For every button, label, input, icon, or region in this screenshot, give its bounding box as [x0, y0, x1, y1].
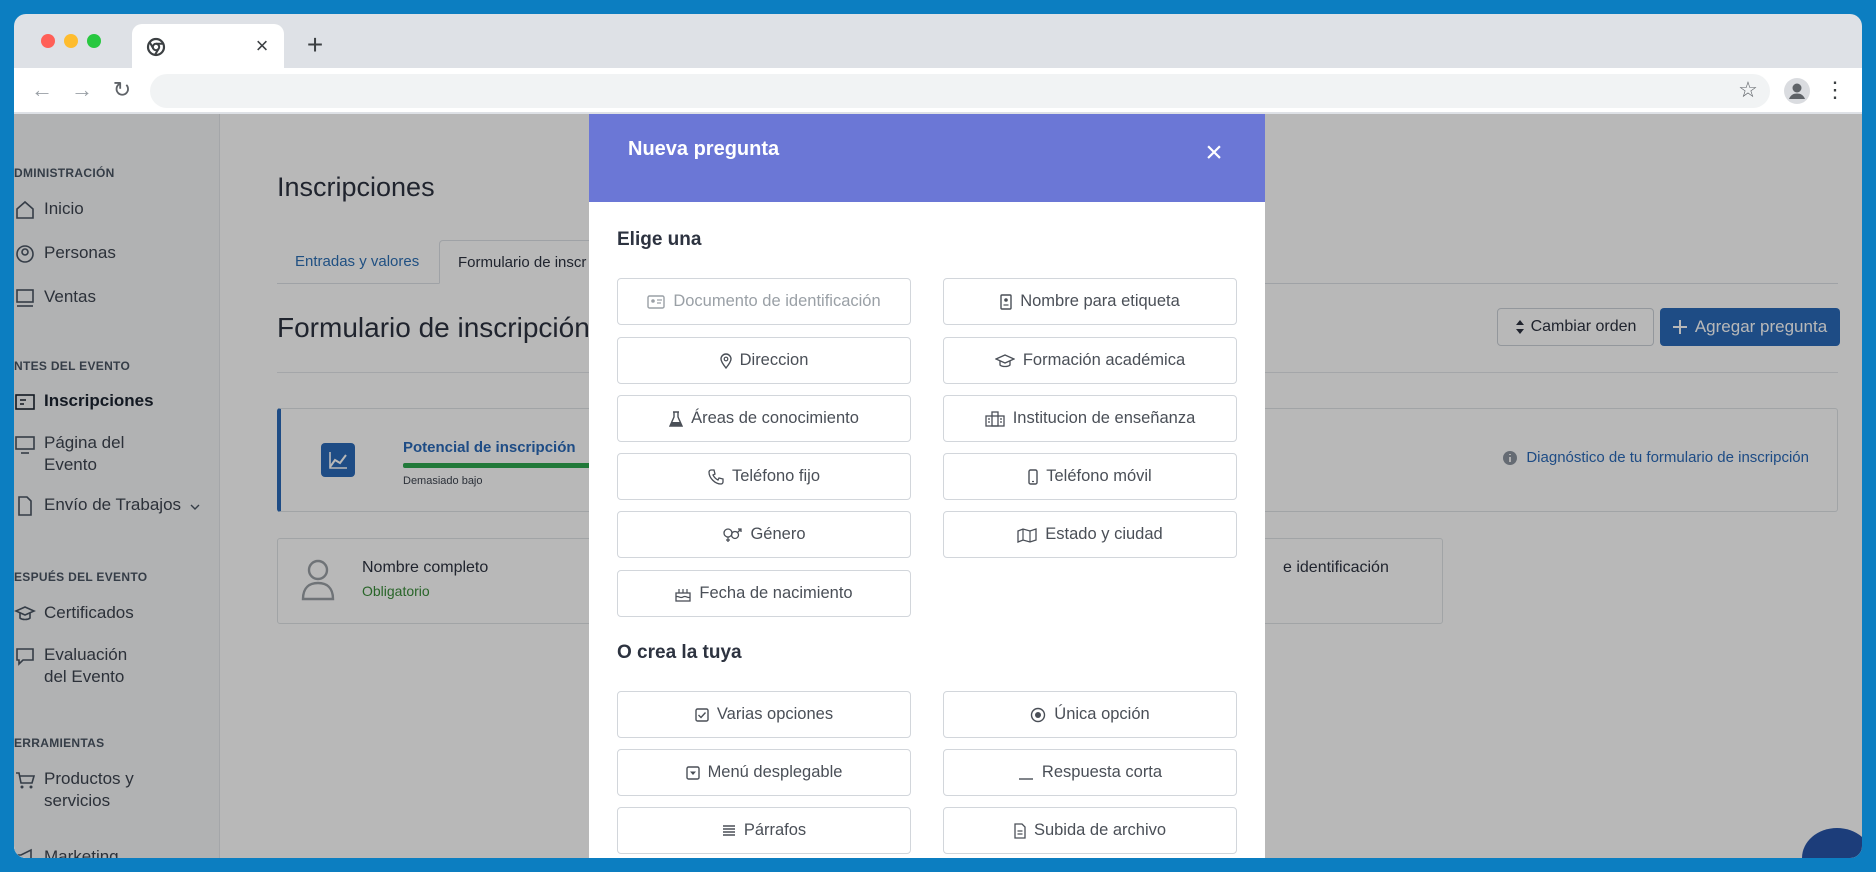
cake-icon [675, 588, 692, 602]
question-formacion[interactable]: Formación académica [943, 337, 1237, 384]
mobile-icon [1028, 468, 1038, 485]
question-parrafos[interactable]: Párrafos [617, 807, 911, 854]
close-window-button[interactable] [41, 34, 55, 48]
question-subida-archivo[interactable]: Subida de archivo [943, 807, 1237, 854]
close-icon[interactable]: × [1199, 138, 1229, 168]
question-label: Direccion [739, 351, 809, 369]
question-varias-opciones[interactable]: Varias opciones [617, 691, 911, 738]
section-choose-title: Elige una [617, 229, 702, 250]
question-label: Respuesta corta [1041, 763, 1163, 781]
browser-toolbar: ← → ↻ ☆ ⋮ [14, 68, 1862, 112]
person-icon [1789, 83, 1805, 99]
question-respuesta-corta[interactable]: Respuesta corta [943, 749, 1237, 796]
question-genero[interactable]: Género [617, 511, 911, 558]
browser-menu-icon[interactable]: ⋮ [1824, 74, 1846, 106]
question-telefono-fijo[interactable]: Teléfono fijo [617, 453, 911, 500]
question-label: Institucion de enseñanza [1012, 409, 1196, 427]
school-icon [985, 410, 1005, 427]
chrome-favicon-icon [146, 37, 166, 57]
question-label: Género [750, 525, 806, 543]
new-tab-button[interactable]: + [300, 30, 330, 60]
badge-icon [1000, 293, 1012, 310]
file-upload-icon [1014, 822, 1026, 839]
checkbox-icon [695, 707, 709, 722]
question-label: Documento de identificación [673, 292, 881, 310]
profile-avatar[interactable] [1784, 78, 1810, 104]
question-estado-ciudad[interactable]: Estado y ciudad [943, 511, 1237, 558]
question-label: Teléfono fijo [731, 467, 821, 485]
question-fecha-nacimiento[interactable]: Fecha de nacimiento [617, 570, 911, 617]
window-controls [41, 34, 101, 48]
flask-icon [669, 410, 684, 427]
question-label: Fecha de nacimiento [699, 584, 853, 602]
new-question-modal: Nueva pregunta × Elige una Documento de … [589, 114, 1265, 858]
forward-icon[interactable]: → [66, 74, 98, 106]
modal-header: Nueva pregunta × [589, 114, 1265, 202]
address-bar[interactable] [150, 74, 1770, 108]
question-unica-opcion[interactable]: Única opción [943, 691, 1237, 738]
question-nombre-etiqueta[interactable]: Nombre para etiqueta [943, 278, 1237, 325]
minimize-window-button[interactable] [64, 34, 78, 48]
map-icon [1017, 527, 1037, 543]
phone-icon [708, 468, 724, 485]
question-telefono-movil[interactable]: Teléfono móvil [943, 453, 1237, 500]
section-create-title: O crea la tuya [617, 642, 742, 663]
question-label: Párrafos [743, 821, 807, 839]
question-menu-desplegable[interactable]: Menú desplegable [617, 749, 911, 796]
question-label: Teléfono móvil [1046, 467, 1152, 485]
question-label: Formación académica [1022, 351, 1186, 369]
question-label: Única opción [1054, 705, 1150, 723]
browser-window: × + ← → ↻ ☆ ⋮ DMINISTRACIÓN Inicio Perso… [14, 14, 1862, 858]
question-areas[interactable]: Áreas de conocimiento [617, 395, 911, 442]
question-label: Estado y ciudad [1045, 525, 1163, 543]
question-institucion[interactable]: Institucion de enseñanza [943, 395, 1237, 442]
maximize-window-button[interactable] [87, 34, 101, 48]
browser-tab[interactable]: × [132, 24, 284, 70]
radio-icon [1031, 707, 1046, 722]
reload-icon[interactable]: ↻ [106, 74, 138, 106]
back-icon[interactable]: ← [26, 74, 58, 106]
location-pin-icon [719, 352, 732, 369]
page-viewport: DMINISTRACIÓN Inicio Personas Ventas NTE… [14, 114, 1862, 858]
bookmark-star-icon[interactable]: ☆ [1732, 74, 1764, 106]
question-label: Áreas de conocimiento [691, 409, 859, 427]
graduation-cap-icon [994, 353, 1015, 367]
dropdown-icon [685, 765, 700, 780]
id-card-icon [647, 294, 666, 309]
question-label: Subida de archivo [1033, 821, 1167, 839]
question-label: Varias opciones [716, 705, 834, 723]
question-documento[interactable]: Documento de identificación [617, 278, 911, 325]
tab-strip: × + [14, 14, 1862, 70]
question-direccion[interactable]: Direccion [617, 337, 911, 384]
short-answer-icon [1018, 777, 1033, 780]
modal-title: Nueva pregunta [628, 138, 780, 160]
gender-icon [723, 527, 743, 542]
question-label: Nombre para etiqueta [1020, 292, 1180, 310]
tab-close-icon[interactable]: × [250, 34, 274, 58]
paragraph-icon [722, 824, 735, 836]
question-label: Menú desplegable [707, 763, 843, 781]
